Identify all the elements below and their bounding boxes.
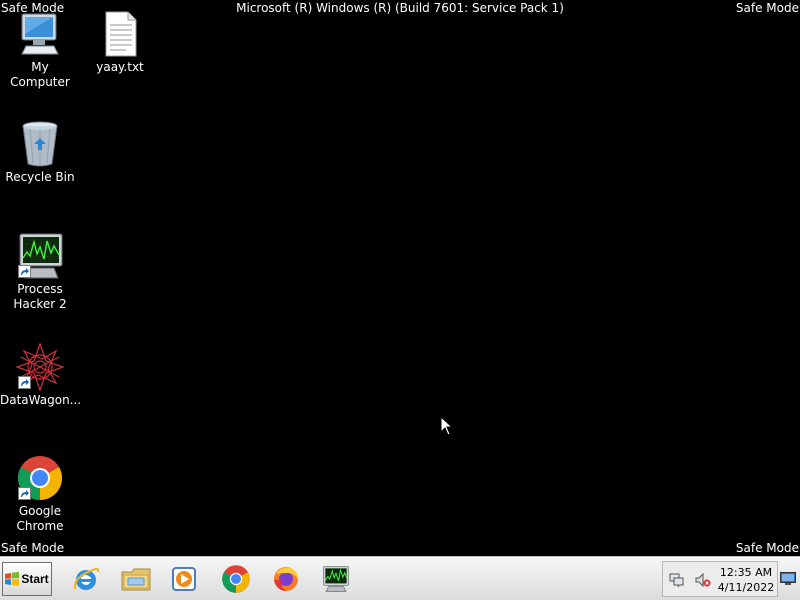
desktop-icon-label-line: Google	[18, 504, 62, 518]
my-computer-icon	[16, 10, 64, 58]
network-icon[interactable]	[669, 572, 685, 588]
desktop-icon-label-line: Chrome	[16, 519, 64, 533]
volume-muted-icon[interactable]	[695, 572, 711, 588]
shortcut-arrow-icon	[18, 487, 31, 500]
desktop-icon-label: Process Hacker 2	[0, 282, 80, 312]
desktop-icon-datawagon[interactable]: DataWagon...	[0, 343, 82, 408]
show-desktop-icon[interactable]	[780, 571, 796, 585]
desktop-icon-yaay-txt[interactable]: yaay.txt	[80, 10, 160, 75]
desktop-icon-label: Google Chrome	[0, 504, 80, 534]
taskbar-windows-explorer[interactable]	[118, 561, 154, 597]
shortcut-arrow-icon	[18, 376, 31, 389]
chrome-icon	[222, 565, 250, 593]
desktop[interactable]: Safe Mode Microsoft (R) Windows (R) (Bui…	[0, 0, 800, 600]
taskbar-google-chrome[interactable]	[218, 561, 254, 597]
safe-mode-label-bottom-left: Safe Mode	[1, 541, 65, 555]
taskbar-process-hacker[interactable]	[318, 561, 354, 597]
desktop-icon-label: My Computer	[10, 60, 70, 89]
start-button[interactable]: Start	[2, 562, 52, 596]
desktop-icon-label-line: Hacker 2	[13, 297, 67, 311]
process-hacker-icon	[323, 566, 349, 592]
clock[interactable]: 12:35 AM 4/11/2022	[715, 565, 777, 595]
recycle-bin-icon	[16, 120, 64, 168]
process-hacker-icon	[16, 232, 64, 280]
taskbar-firefox[interactable]	[268, 561, 304, 597]
desktop-icon-recycle-bin[interactable]: Recycle Bin	[0, 120, 80, 185]
windows-flag-icon	[5, 572, 20, 586]
file-explorer-icon	[121, 568, 151, 591]
desktop-icon-label: yaay.txt	[96, 60, 144, 74]
desktop-icon-process-hacker-2[interactable]: Process Hacker 2	[0, 232, 80, 312]
mouse-pointer-icon	[440, 415, 454, 440]
taskbar-internet-explorer[interactable]	[68, 561, 104, 597]
media-player-icon	[172, 567, 196, 591]
datawagon-icon	[16, 343, 64, 391]
system-tray: 12:35 AM 4/11/2022	[662, 561, 778, 597]
desktop-icon-label: Recycle Bin	[5, 170, 75, 184]
taskbar-media-player[interactable]	[166, 561, 202, 597]
safe-mode-label-bottom-right: Safe Mode	[735, 541, 799, 555]
desktop-icon-my-computer[interactable]: My Computer	[0, 10, 80, 90]
desktop-icon-google-chrome[interactable]: Google Chrome	[0, 454, 80, 534]
start-label: Start	[21, 572, 49, 586]
clock-date: 4/11/2022	[717, 581, 775, 594]
safe-mode-label-top-right: Safe Mode	[735, 1, 799, 15]
clock-time: 12:35 AM	[719, 566, 773, 579]
internet-explorer-icon	[73, 567, 100, 590]
chrome-icon	[16, 454, 64, 502]
firefox-icon	[274, 567, 298, 591]
desktop-icon-label: DataWagon...	[0, 393, 82, 407]
taskbar: Start 12:35 AM 4/11/2022	[0, 556, 800, 600]
shortcut-arrow-icon	[18, 265, 31, 278]
desktop-icon-label-line: Process	[17, 282, 63, 296]
text-file-icon	[96, 10, 144, 58]
